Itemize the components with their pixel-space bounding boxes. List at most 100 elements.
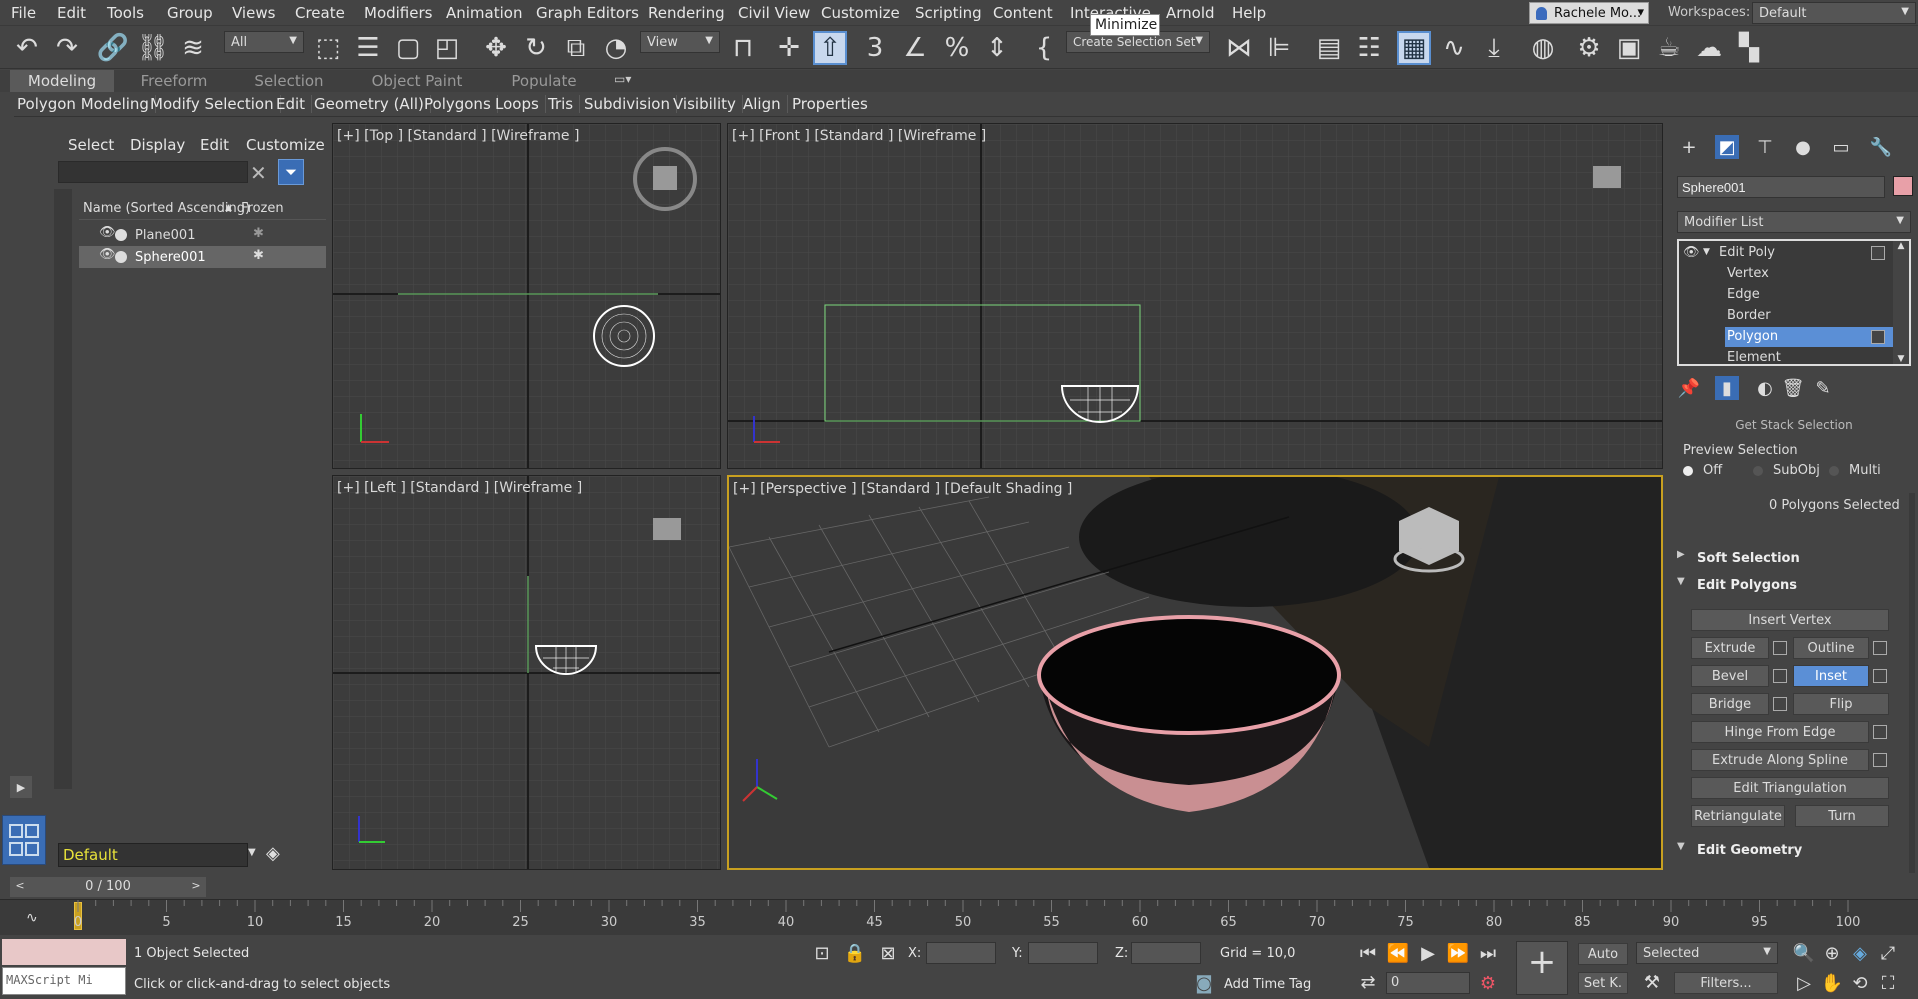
workspace-dropdown[interactable]: Default ▼ <box>1752 2 1916 24</box>
menu-help[interactable]: Help <box>1232 4 1266 22</box>
object-name-field[interactable] <box>1677 176 1885 198</box>
ribbon-edit[interactable]: Edit <box>276 95 313 113</box>
layers-icon[interactable]: ◈ <box>266 843 290 867</box>
make-unique-icon[interactable]: ◐ <box>1753 376 1777 400</box>
extrude-settings-icon[interactable] <box>1773 641 1787 655</box>
hinge-settings-icon[interactable] <box>1873 725 1887 739</box>
menu-file[interactable]: File <box>11 4 36 22</box>
menu-graph-editors[interactable]: Graph Editors <box>536 4 639 22</box>
snaps-toggle-icon[interactable]: 3 <box>858 31 892 65</box>
mirror-icon[interactable]: ⋈ <box>1222 31 1256 65</box>
pan-icon[interactable]: ✋ <box>1820 971 1844 995</box>
extrude-spline-settings-icon[interactable] <box>1873 753 1887 767</box>
layer-dropdown[interactable]: Default <box>58 843 248 867</box>
insert-vertex-button[interactable]: Insert Vertex <box>1691 609 1889 631</box>
menu-customize[interactable]: Customize <box>821 4 900 22</box>
zoom-extents-icon[interactable]: ◈ <box>1848 941 1872 965</box>
motion-tab-icon[interactable]: ● <box>1791 135 1815 159</box>
scale-icon[interactable]: ⧉ <box>559 31 593 65</box>
inset-settings-icon[interactable] <box>1873 669 1887 683</box>
chevron-down-icon[interactable]: ▼ <box>1703 247 1710 257</box>
tab-object-paint[interactable]: Object Paint <box>357 70 477 92</box>
edit-triangulation-button[interactable]: Edit Triangulation <box>1691 777 1889 799</box>
retriangulate-button[interactable]: Retriangulate <box>1691 805 1785 827</box>
undo-icon[interactable]: ↶ <box>10 31 44 65</box>
track-bar[interactable]: ∿ 0 5 10 15 20 25 30 35 40 45 50 55 60 65 70 75 80 85 90 95… <box>0 899 1918 935</box>
bridge-button[interactable]: Bridge <box>1691 693 1769 715</box>
set-key-button[interactable]: Set K. <box>1578 972 1628 994</box>
eye-icon[interactable]: 👁 <box>99 225 116 240</box>
isolate-selection-icon[interactable]: ⊡ <box>810 941 834 965</box>
menu-modifiers[interactable]: Modifiers <box>364 4 432 22</box>
rotate-icon[interactable]: ↻ <box>519 31 553 65</box>
select-manipulate-icon[interactable]: ✛ <box>772 31 806 65</box>
key-mode-icon[interactable]: ⇄ <box>1356 970 1380 994</box>
ribbon-options-icon[interactable]: ▭▾ <box>614 72 636 88</box>
ribbon-geometry-all[interactable]: Geometry (All) <box>314 95 431 113</box>
scene-menu-customize[interactable]: Customize <box>246 136 325 154</box>
scene-search-input[interactable] <box>58 161 248 183</box>
show-end-result-icon[interactable]: ▮ <box>1715 376 1739 400</box>
viewport-label-left[interactable]: [+] [Left ] [Standard ] [Wireframe ] <box>337 480 582 496</box>
scene-menu-display[interactable]: Display <box>130 136 185 154</box>
extrude-button[interactable]: Extrude <box>1691 637 1769 659</box>
hierarchy-tab-icon[interactable]: ⊤ <box>1753 135 1777 159</box>
maximize-viewport-icon[interactable]: ⛶ <box>1876 971 1900 995</box>
utilities-tab-icon[interactable]: 🔧 <box>1869 135 1893 159</box>
curve-editor-icon[interactable]: ∿ <box>1437 31 1471 65</box>
menu-create[interactable]: Create <box>295 4 345 22</box>
viewport-perspective[interactable]: [+] [Perspective ] [Standard ] [Default … <box>727 475 1663 870</box>
ribbon-tris[interactable]: Tris <box>548 95 581 113</box>
freeze-icon[interactable]: ✱ <box>253 248 264 263</box>
ribbon-visibility[interactable]: Visibility <box>673 95 743 113</box>
unlink-icon[interactable]: ⛓ <box>136 31 170 65</box>
rendered-frame-icon[interactable]: ▣ <box>1612 31 1646 65</box>
zoom-all-icon[interactable]: ⊕ <box>1820 941 1844 965</box>
flip-button[interactable]: Flip <box>1793 693 1889 715</box>
list-item[interactable]: 👁 Plane001 ✱ <box>79 224 326 246</box>
eye-icon[interactable]: 👁 <box>99 247 116 262</box>
link-icon[interactable]: 🔗 <box>96 31 130 65</box>
viewport-layout-button[interactable] <box>2 815 46 865</box>
tab-freeform[interactable]: Freeform <box>120 70 228 92</box>
ribbon-loops[interactable]: Loops <box>495 95 546 113</box>
outline-settings-icon[interactable] <box>1873 641 1887 655</box>
key-mode-toggle-icon[interactable]: ⚒ <box>1640 970 1664 994</box>
redo-icon[interactable]: ↷ <box>50 31 84 65</box>
selection-filter-dropdown[interactable]: All ▼ <box>224 31 304 53</box>
move-icon[interactable]: ✥ <box>479 31 513 65</box>
panel-scrollbar[interactable] <box>1909 493 1915 873</box>
user-account-dropdown[interactable]: Rachele Mo... ▾ <box>1529 2 1649 24</box>
radio-subobj[interactable] <box>1753 466 1763 476</box>
zoom-icon[interactable]: 🔍 <box>1792 941 1816 965</box>
coord-y-field[interactable] <box>1028 942 1098 964</box>
menu-content[interactable]: Content <box>993 4 1053 22</box>
tab-modeling[interactable]: Modeling <box>10 70 114 92</box>
prev-frame-icon[interactable]: < <box>10 877 30 897</box>
place-icon[interactable]: ◔ <box>599 31 633 65</box>
viewport-front[interactable]: [+] [Front ] [Standard ] [Wireframe ] <box>727 123 1663 469</box>
filters-button[interactable]: Filters... <box>1674 972 1778 994</box>
viewport-label-top[interactable]: [+] [Top ] [Standard ] [Wireframe ] <box>337 128 579 144</box>
stack-toggle[interactable] <box>1871 246 1885 260</box>
ribbon-properties[interactable]: Properties <box>792 95 874 113</box>
auto-key-button[interactable]: Auto <box>1578 943 1628 965</box>
fov-icon[interactable]: ▷ <box>1792 971 1816 995</box>
coord-x-field[interactable] <box>926 942 996 964</box>
align-icon[interactable]: ⊫ <box>1262 31 1296 65</box>
play-icon[interactable]: ▶ <box>1416 941 1440 965</box>
ribbon-subdivision[interactable]: Subdivision <box>584 95 677 113</box>
stack-item-edge[interactable]: Edge <box>1727 287 1760 302</box>
viewport-label-front[interactable]: [+] [Front ] [Standard ] [Wireframe ] <box>732 128 986 144</box>
zoom-extents-all-icon[interactable]: ⤢ <box>1876 941 1900 965</box>
set-key-big-button[interactable]: + <box>1516 941 1568 995</box>
material-editor-icon[interactable]: ◍ <box>1526 31 1560 65</box>
radio-multi[interactable] <box>1829 466 1839 476</box>
rect-selection-icon[interactable]: ▢ <box>391 31 425 65</box>
clear-search-icon[interactable]: ✕ <box>250 161 272 185</box>
ribbon-polygon-modeling[interactable]: Polygon Modeling <box>17 95 156 113</box>
stack-item-polygon-highlight[interactable]: Polygon <box>1725 327 1893 347</box>
scene-menu-edit[interactable]: Edit <box>200 136 229 154</box>
edit-polygons-rollout[interactable]: Edit Polygons <box>1697 578 1797 593</box>
chevron-down-icon[interactable]: ▼ <box>248 847 256 858</box>
